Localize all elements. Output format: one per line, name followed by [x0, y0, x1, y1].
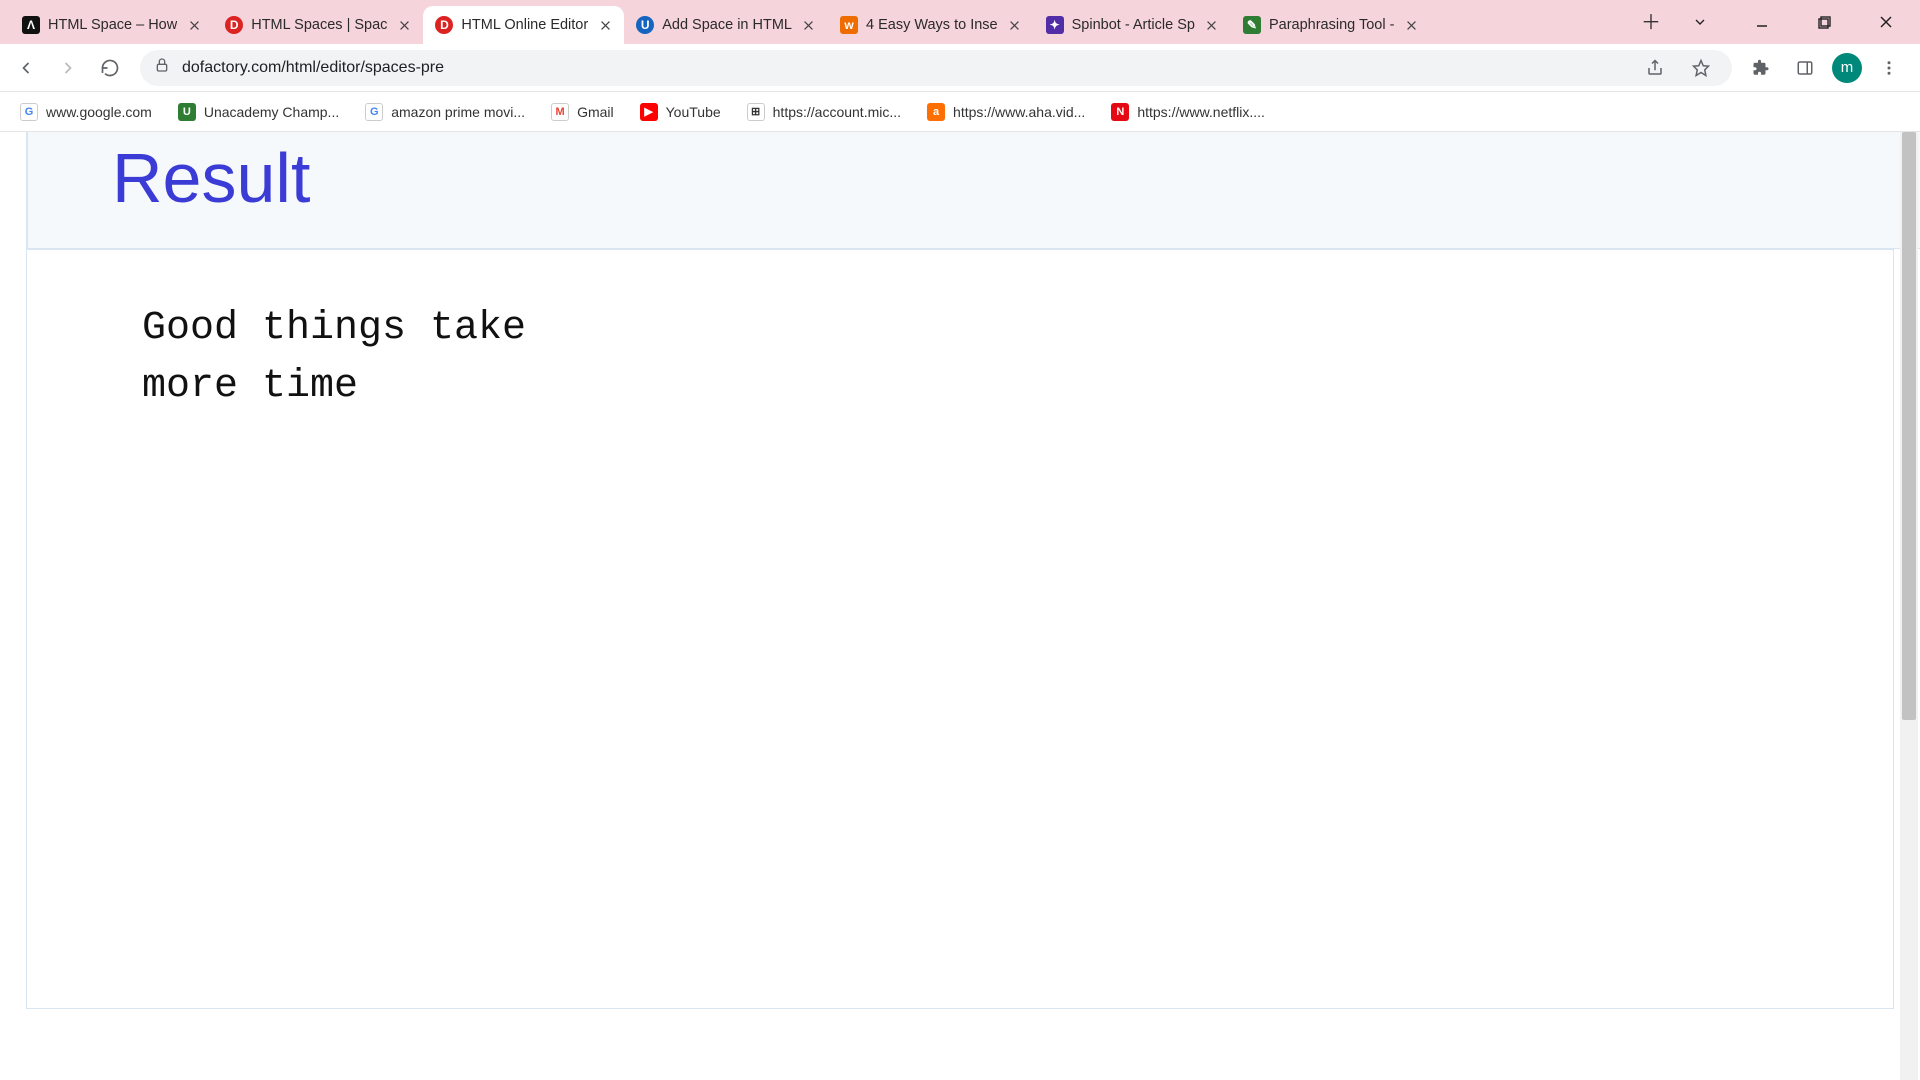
- browser-tab[interactable]: D HTML Online Editor: [423, 6, 624, 44]
- bookmark-label: https://account.mic...: [773, 104, 901, 120]
- bookmark-label: https://www.aha.vid...: [953, 104, 1085, 120]
- tab-favicon: U: [636, 16, 654, 34]
- bookmark-star-icon[interactable]: [1684, 51, 1718, 85]
- bookmark-label: YouTube: [666, 104, 721, 120]
- browser-tab[interactable]: ✦ Spinbot - Article Sp: [1034, 6, 1231, 44]
- lock-icon: [154, 57, 170, 78]
- browser-toolbar: m: [0, 44, 1920, 92]
- bookmark-favicon: U: [178, 103, 196, 121]
- bookmark-item[interactable]: Gamazon prime movi...: [355, 99, 535, 125]
- scrollbar-thumb[interactable]: [1902, 132, 1916, 720]
- tab-title: 4 Easy Ways to Inse: [866, 17, 998, 33]
- tabs-row: Λ HTML Space – How D HTML Spaces | Spac D HTM…: [0, 0, 1630, 44]
- maximize-button[interactable]: [1802, 2, 1846, 42]
- sidepanel-icon[interactable]: [1788, 51, 1822, 85]
- bookmark-favicon: M: [551, 103, 569, 121]
- tab-title: HTML Space – How: [48, 17, 177, 33]
- page-content: Result Good things take more time: [0, 132, 1920, 1080]
- bookmark-label: Unacademy Champ...: [204, 104, 339, 120]
- tab-title: HTML Online Editor: [461, 17, 588, 33]
- bookmarks-bar: Gwww.google.com U Unacademy Champ... Gamazo…: [0, 92, 1920, 132]
- vertical-scrollbar[interactable]: [1900, 132, 1918, 1080]
- tab-favicon: w: [840, 16, 858, 34]
- tab-favicon: D: [435, 16, 453, 34]
- bookmark-label: https://www.netflix....: [1137, 104, 1265, 120]
- result-header: Result: [26, 132, 1920, 249]
- tab-favicon: D: [225, 16, 243, 34]
- bookmark-favicon: ▶: [640, 103, 658, 121]
- tab-close-icon[interactable]: [185, 16, 203, 34]
- bookmark-item[interactable]: M Gmail: [541, 99, 624, 125]
- bookmark-item[interactable]: Gwww.google.com: [10, 99, 162, 125]
- tab-title: HTML Spaces | Spac: [251, 17, 387, 33]
- kebab-menu-icon[interactable]: [1872, 51, 1906, 85]
- extensions-icon[interactable]: [1744, 51, 1778, 85]
- preformatted-output: Good things take more time: [142, 300, 1893, 416]
- tab-favicon: ✦: [1046, 16, 1064, 34]
- tab-title: Paraphrasing Tool -: [1269, 17, 1394, 33]
- bookmark-favicon: ⊞: [747, 103, 765, 121]
- bookmark-item[interactable]: a https://www.aha.vid...: [917, 99, 1095, 125]
- browser-tab[interactable]: D HTML Spaces | Spac: [213, 6, 423, 44]
- bookmark-favicon: a: [927, 103, 945, 121]
- bookmark-item[interactable]: ▶ YouTube: [630, 99, 731, 125]
- result-heading: Result: [112, 138, 1920, 218]
- browser-tab[interactable]: ✎ Paraphrasing Tool -: [1231, 6, 1430, 44]
- bookmark-favicon: G: [365, 103, 383, 121]
- bookmark-label: www.google.com: [46, 104, 152, 120]
- bookmark-favicon: N: [1111, 103, 1129, 121]
- browser-tabstrip: Λ HTML Space – How D HTML Spaces | Spac D HTM…: [0, 0, 1920, 44]
- minimize-button[interactable]: [1740, 2, 1784, 42]
- bookmark-label: amazon prime movi...: [391, 104, 525, 120]
- url-input[interactable]: [182, 59, 1626, 77]
- tab-close-icon[interactable]: [596, 16, 614, 34]
- tab-close-icon[interactable]: [395, 16, 413, 34]
- reload-button[interactable]: [92, 50, 128, 86]
- address-bar[interactable]: [140, 50, 1732, 86]
- browser-tab[interactable]: U Add Space in HTML: [624, 6, 828, 44]
- tab-favicon: ✎: [1243, 16, 1261, 34]
- bookmark-item[interactable]: U Unacademy Champ...: [168, 99, 349, 125]
- browser-tab[interactable]: Λ HTML Space – How: [10, 6, 213, 44]
- bookmark-item[interactable]: Nhttps://www.netflix....: [1101, 99, 1275, 125]
- tab-favicon: Λ: [22, 16, 40, 34]
- toolbar-right-icons: m: [1744, 51, 1912, 85]
- result-body: Good things take more time: [26, 249, 1894, 1009]
- tab-close-icon[interactable]: [800, 16, 818, 34]
- profile-avatar[interactable]: m: [1832, 53, 1862, 83]
- tab-title: Spinbot - Article Sp: [1072, 17, 1195, 33]
- profile-initial: m: [1841, 59, 1854, 76]
- new-tab-button[interactable]: ＋: [1636, 5, 1666, 35]
- bookmark-label: Gmail: [577, 104, 614, 120]
- tab-title: Add Space in HTML: [662, 17, 792, 33]
- share-icon[interactable]: [1638, 51, 1672, 85]
- back-button[interactable]: [8, 50, 44, 86]
- close-window-button[interactable]: [1864, 2, 1908, 42]
- window-controls: [1666, 2, 1920, 42]
- bookmark-item[interactable]: ⊞ https://account.mic...: [737, 99, 911, 125]
- bookmark-favicon: G: [20, 103, 38, 121]
- browser-tab[interactable]: w 4 Easy Ways to Inse: [828, 6, 1034, 44]
- forward-button[interactable]: [50, 50, 86, 86]
- tab-close-icon[interactable]: [1203, 16, 1221, 34]
- tab-close-icon[interactable]: [1402, 16, 1420, 34]
- tab-search-button[interactable]: [1678, 2, 1722, 42]
- tab-close-icon[interactable]: [1006, 16, 1024, 34]
